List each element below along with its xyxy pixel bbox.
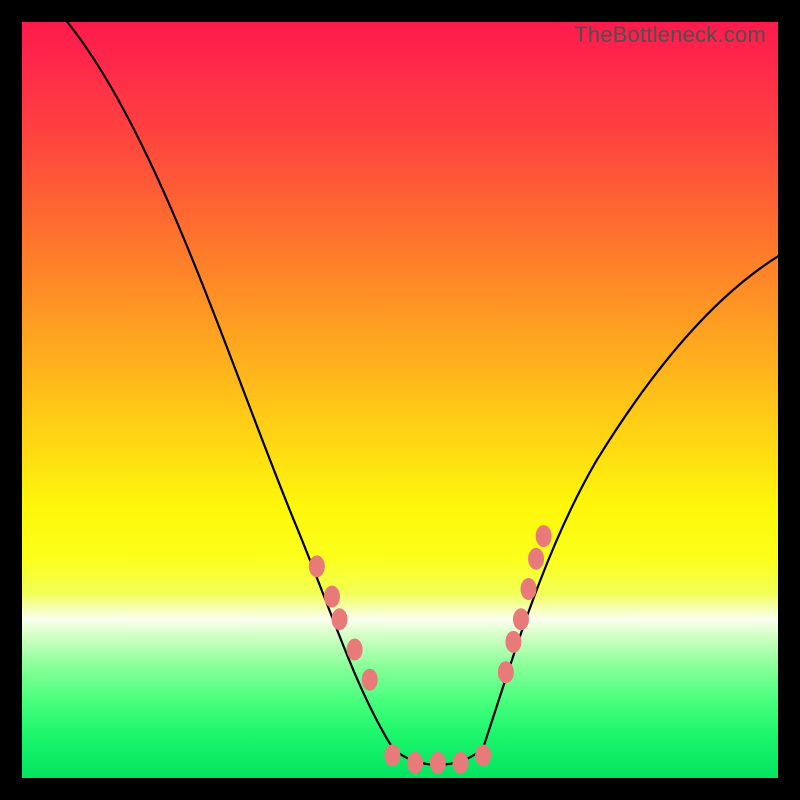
data-marker bbox=[384, 744, 400, 766]
data-marker bbox=[513, 608, 529, 630]
data-marker bbox=[347, 638, 363, 660]
data-marker bbox=[505, 631, 521, 653]
data-marker bbox=[332, 608, 348, 630]
data-marker bbox=[536, 525, 552, 547]
chart-frame: TheBottleneck.com bbox=[0, 0, 800, 800]
data-marker bbox=[521, 578, 537, 600]
data-marker bbox=[475, 744, 491, 766]
data-marker bbox=[309, 555, 325, 577]
plot-area: TheBottleneck.com bbox=[22, 22, 778, 778]
data-marker bbox=[324, 586, 340, 608]
data-marker bbox=[430, 752, 446, 774]
bottleneck-curve bbox=[67, 22, 778, 765]
data-marker bbox=[498, 661, 514, 683]
curve-svg bbox=[22, 22, 778, 778]
data-marker bbox=[452, 752, 468, 774]
data-marker bbox=[407, 752, 423, 774]
data-marker bbox=[528, 548, 544, 570]
data-marker bbox=[362, 669, 378, 691]
